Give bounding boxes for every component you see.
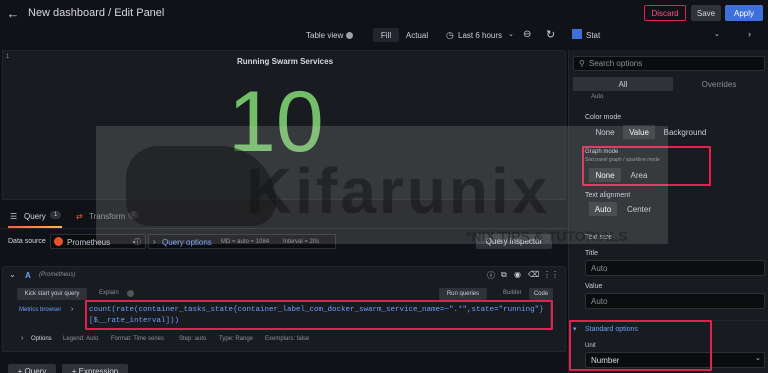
transform-icon: ⇄ [76, 212, 83, 221]
stat-viz-icon [572, 29, 582, 39]
chevron-right-icon: › [71, 306, 74, 313]
query-options-label: Query options [162, 238, 212, 247]
tab-overrides[interactable]: Overrides [673, 77, 765, 91]
help-circle-icon[interactable]: ⓘ [487, 270, 495, 281]
apply-button[interactable]: Apply [725, 5, 763, 21]
standard-options-highlight-box [569, 320, 712, 371]
search-placeholder: Search options [588, 59, 643, 68]
query-datasource-tag: (Prometheus) [39, 272, 76, 278]
explain-toggle[interactable] [127, 290, 134, 297]
options-step: Step: auto [179, 336, 207, 342]
collapse-chevron-icon[interactable]: ⌄ [9, 270, 16, 279]
query-row: ⌄ A (Prometheus) ⓘ ⧉ ◉ ⌫ ⋮⋮ Kick start y… [2, 266, 566, 352]
query-highlight-box [85, 300, 553, 330]
query-tab-underline [8, 226, 62, 228]
query-count-badge: 1 [50, 211, 62, 219]
tab-query[interactable]: Query [24, 212, 46, 221]
prometheus-icon [54, 237, 63, 246]
options-exemplars: Exemplars: false [265, 336, 310, 342]
query-options-interval: Interval = 20s [283, 239, 320, 245]
add-expression-button[interactable]: + Expression [62, 364, 128, 373]
zoom-out-icon[interactable]: ⊖ [523, 29, 531, 40]
code-tab[interactable]: Code [529, 288, 553, 300]
builder-tab[interactable]: Builder [503, 290, 522, 296]
title-size-input[interactable]: Auto [585, 260, 765, 276]
top-header: ← New dashboard / Edit Panel Discard Sav… [0, 0, 768, 26]
datasource-name: Prometheus [67, 238, 111, 247]
panel-title: Running Swarm Services [236, 57, 334, 66]
table-view-toggle[interactable] [346, 32, 353, 39]
tab-all[interactable]: All [573, 77, 673, 91]
chevron-down-icon: ⌄ [508, 31, 514, 38]
chevron-right-icon: › [21, 335, 24, 342]
trash-icon[interactable]: ⌫ [528, 270, 539, 279]
query-ref: A [25, 271, 31, 280]
chevron-down-icon: ⌄ [714, 31, 720, 38]
back-arrow-icon[interactable]: ← [6, 6, 20, 21]
value-size-label: Value [585, 283, 603, 290]
query-tabs: ☰ Query 1 ⇄ Transform 0 [0, 207, 566, 229]
chevron-right-icon: › [153, 237, 156, 246]
tab-transform[interactable]: Transform [89, 212, 125, 221]
query-options-md: MD = auto = 1084 [221, 239, 270, 245]
time-range-picker[interactable]: Last 6 hours [458, 31, 502, 40]
panel-toolbar: Table view Fill Actual ◷ Last 6 hours ⌄ … [0, 26, 768, 46]
kickstart-button[interactable]: Kick start your query [17, 288, 87, 300]
color-mode-none[interactable]: None [587, 125, 623, 139]
query-inspector-button[interactable]: Query inspector [476, 234, 552, 249]
datasource-picker[interactable]: Prometheus ⌄ [50, 234, 146, 249]
text-alignment-center[interactable]: Center [619, 202, 659, 216]
table-view-label: Table view [306, 31, 344, 40]
options-toggle[interactable]: Options [31, 336, 52, 342]
text-size-label: Text size [585, 234, 613, 241]
options-legend: Legend: Auto [63, 336, 99, 342]
text-alignment-label: Text alignment [585, 192, 631, 199]
run-queries-button[interactable]: Run queries [439, 288, 487, 300]
options-format: Format: Time series [111, 336, 165, 342]
datasource-row: Data source Prometheus ⌄ ⓘ › Query optio… [0, 232, 566, 252]
add-query-button[interactable]: + Query [8, 364, 56, 373]
actual-button[interactable]: Actual [402, 28, 432, 42]
color-mode-value[interactable]: Value [623, 125, 655, 139]
graph-mode-highlight-box [582, 146, 711, 186]
color-mode-background[interactable]: Background [657, 125, 713, 139]
explain-label: Explain [99, 290, 119, 296]
text-alignment-auto[interactable]: Auto [589, 202, 617, 216]
clock-icon: ◷ [446, 30, 454, 40]
value-size-input[interactable]: Auto [585, 293, 765, 309]
search-options-input[interactable]: ⚲ Search options [573, 56, 765, 71]
drag-handle-icon[interactable]: ⋮⋮ [543, 270, 559, 279]
query-options-box[interactable]: › Query options MD = auto = 1084 Interva… [148, 234, 336, 249]
transform-count-badge: 0 [128, 211, 140, 219]
panel-preview: 1 Running Swarm Services 10 [2, 50, 566, 200]
color-mode-label: Color mode [585, 114, 622, 121]
database-icon: ☰ [10, 212, 18, 221]
datasource-label: Data source [8, 238, 46, 245]
chevron-right-icon[interactable]: › [748, 29, 751, 39]
eye-icon[interactable]: ◉ [514, 270, 521, 279]
discard-button[interactable]: Discard [644, 5, 686, 21]
search-icon: ⚲ [579, 59, 585, 68]
save-button[interactable]: Save [691, 5, 721, 21]
duplicate-icon[interactable]: ⧉ [501, 270, 507, 280]
title-size-label: Title [585, 250, 598, 257]
stat-value: 10 [228, 74, 324, 170]
metrics-browser-button[interactable]: Metrics browser [19, 307, 61, 313]
options-pane: ⚲ Search options All Overrides Auto Colo… [568, 50, 768, 373]
refresh-icon[interactable]: ↻ [546, 28, 555, 41]
visualization-picker[interactable]: Stat [586, 31, 600, 40]
top-cut-field-text: Auto [591, 94, 604, 100]
options-type: Type: Range [219, 336, 254, 342]
chevron-down-icon: ⌄ [755, 355, 761, 362]
page-title: New dashboard / Edit Panel [28, 7, 165, 19]
fill-button[interactable]: Fill [373, 28, 399, 42]
help-icon[interactable]: ⓘ [134, 237, 141, 247]
